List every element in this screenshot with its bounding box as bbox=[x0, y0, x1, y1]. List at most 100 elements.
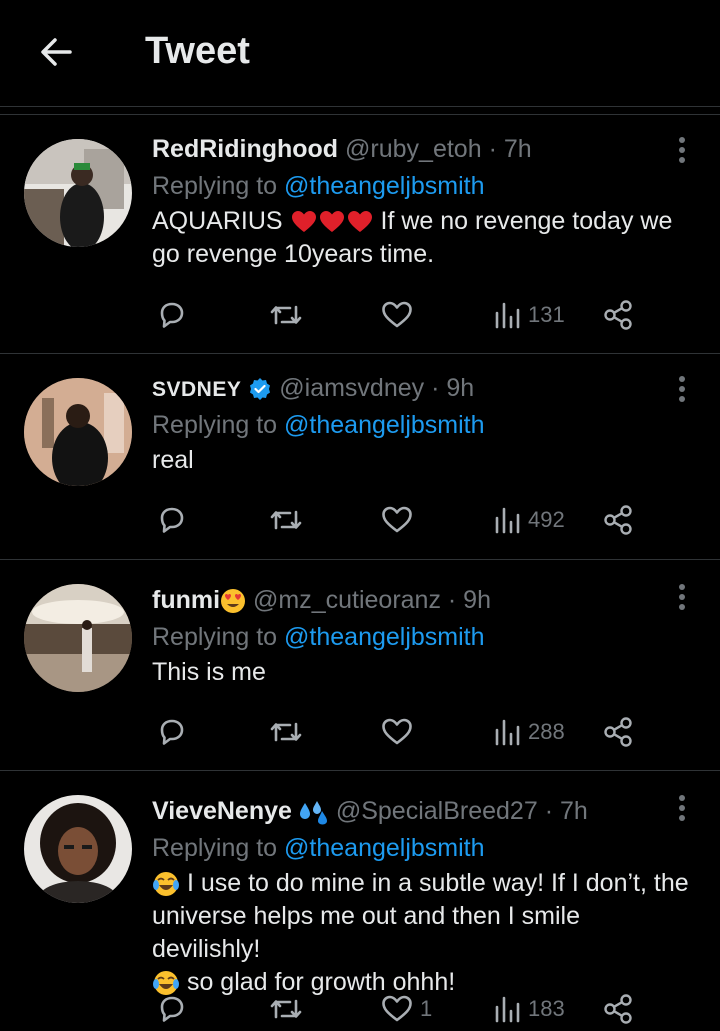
tweet-reply[interactable]: RedRidinghood @ruby_etoh · 7h Replying t… bbox=[0, 115, 720, 354]
like-button[interactable]: 1 bbox=[380, 989, 432, 1029]
views-button[interactable]: 288 bbox=[494, 712, 565, 752]
red-heart-icon bbox=[347, 211, 372, 233]
more-icon[interactable] bbox=[674, 793, 690, 823]
author-handle[interactable]: @ruby_etoh bbox=[345, 135, 482, 163]
replying-label: Replying to bbox=[152, 834, 278, 862]
tweet-reply[interactable]: SVDNEY @iamsvdney · 9h Replying to @thea… bbox=[0, 354, 720, 560]
retweet-icon bbox=[270, 999, 302, 1019]
tweet-body: VieveNenye @SpecialBreed27 · 7h Replying… bbox=[152, 795, 690, 999]
share-button[interactable] bbox=[602, 989, 634, 1029]
reply-icon bbox=[160, 507, 184, 533]
author-handle[interactable]: @SpecialBreed27 bbox=[336, 797, 538, 825]
author-name[interactable]: funmi bbox=[152, 586, 220, 614]
timestamp[interactable]: · 7h bbox=[545, 797, 588, 825]
page-title: Tweet bbox=[145, 30, 250, 72]
red-heart-icon bbox=[291, 211, 316, 233]
action-bar: 131 bbox=[152, 295, 652, 335]
tweet-text: real bbox=[152, 446, 194, 474]
reply-button[interactable] bbox=[156, 500, 188, 540]
reply-icon bbox=[160, 719, 184, 745]
replying-to: Replying to @theangeljbsmith bbox=[152, 829, 690, 867]
timestamp[interactable]: · 9h bbox=[448, 586, 491, 614]
retweet-icon bbox=[270, 510, 302, 530]
view-count: 492 bbox=[528, 507, 565, 532]
share-icon bbox=[604, 994, 632, 1024]
share-button[interactable] bbox=[602, 500, 634, 540]
author-name[interactable]: SVDNEY bbox=[152, 378, 241, 401]
tweet-text: This is me bbox=[152, 658, 266, 686]
retweet-button[interactable] bbox=[268, 500, 304, 540]
back-arrow-icon[interactable] bbox=[36, 32, 76, 72]
replying-to: Replying to @theangeljbsmith bbox=[152, 618, 690, 656]
like-button[interactable] bbox=[380, 295, 420, 335]
verified-badge-icon bbox=[250, 378, 271, 401]
more-icon[interactable] bbox=[674, 135, 690, 165]
timestamp[interactable]: · 9h bbox=[431, 374, 474, 402]
like-icon bbox=[382, 995, 412, 1022]
reply-button[interactable] bbox=[156, 295, 188, 335]
retweet-icon bbox=[270, 722, 302, 742]
more-icon[interactable] bbox=[674, 582, 690, 612]
author-line: RedRidinghood @ruby_etoh · 7h bbox=[152, 133, 690, 165]
author-handle[interactable]: @mz_cutieoranz bbox=[253, 586, 441, 614]
mention-link[interactable]: @theangeljbsmith bbox=[284, 834, 485, 862]
tweet-text-part: AQUARIUS bbox=[152, 207, 283, 235]
views-icon bbox=[495, 719, 520, 746]
tweet-text: I use to do mine in a subtle way! If I d… bbox=[152, 867, 690, 999]
author-line: SVDNEY @iamsvdney · 9h bbox=[152, 372, 690, 404]
reply-icon bbox=[160, 302, 184, 328]
divider bbox=[0, 106, 720, 107]
mention-link[interactable]: @theangeljbsmith bbox=[284, 411, 485, 439]
tweet-reply[interactable]: funmi @mz_cutieoranz · 9h Replying to @t… bbox=[0, 560, 720, 771]
views-button[interactable]: 131 bbox=[494, 295, 565, 335]
replying-label: Replying to bbox=[152, 411, 278, 439]
avatar[interactable] bbox=[24, 584, 132, 692]
like-button[interactable] bbox=[380, 712, 420, 752]
heart-eyes-emoji-icon bbox=[221, 589, 246, 614]
tweet-body: RedRidinghood @ruby_etoh · 7h Replying t… bbox=[152, 133, 690, 271]
avatar[interactable] bbox=[24, 378, 132, 486]
reply-button[interactable] bbox=[156, 712, 188, 752]
retweet-button[interactable] bbox=[268, 712, 304, 752]
like-icon bbox=[382, 718, 412, 745]
more-icon[interactable] bbox=[674, 374, 690, 404]
like-count: 1 bbox=[420, 996, 433, 1021]
author-handle[interactable]: @iamsvdney bbox=[279, 374, 424, 402]
author-line: VieveNenye @SpecialBreed27 · 7h bbox=[152, 795, 690, 827]
tweet-reply[interactable]: VieveNenye @SpecialBreed27 · 7h Replying… bbox=[0, 771, 720, 1031]
views-icon bbox=[495, 996, 520, 1023]
share-button[interactable] bbox=[602, 295, 634, 335]
avatar[interactable] bbox=[24, 795, 132, 903]
red-heart-icon bbox=[319, 211, 344, 233]
views-button[interactable]: 492 bbox=[494, 500, 565, 540]
views-icon bbox=[495, 507, 520, 534]
share-button[interactable] bbox=[602, 712, 634, 752]
view-count: 131 bbox=[528, 302, 565, 327]
sweat-droplets-emoji-icon bbox=[299, 801, 327, 825]
timestamp[interactable]: · 7h bbox=[489, 135, 532, 163]
mention-link[interactable]: @theangeljbsmith bbox=[284, 172, 485, 200]
action-bar: 288 bbox=[152, 712, 652, 752]
retweet-button[interactable] bbox=[268, 989, 304, 1029]
action-bar: 492 bbox=[152, 500, 652, 540]
reply-button[interactable] bbox=[156, 989, 188, 1029]
replying-to: Replying to @theangeljbsmith bbox=[152, 167, 690, 205]
view-count: 183 bbox=[528, 996, 565, 1021]
like-icon bbox=[382, 506, 412, 533]
views-button[interactable]: 183 bbox=[494, 989, 565, 1029]
views-icon bbox=[495, 302, 520, 329]
avatar[interactable] bbox=[24, 139, 132, 247]
tweet-text-part: I use to do mine in a subtle way! If I d… bbox=[152, 869, 689, 963]
tweet-text: AQUARIUS If we no revenge today we go re… bbox=[152, 205, 690, 271]
retweet-button[interactable] bbox=[268, 295, 304, 335]
replying-to: Replying to @theangeljbsmith bbox=[152, 406, 690, 444]
author-name[interactable]: RedRidinghood bbox=[152, 135, 338, 163]
view-count: 288 bbox=[528, 719, 565, 744]
author-line: funmi @mz_cutieoranz · 9h bbox=[152, 584, 690, 616]
author-name[interactable]: VieveNenye bbox=[152, 797, 292, 825]
mention-link[interactable]: @theangeljbsmith bbox=[284, 623, 485, 651]
tweet-body: SVDNEY @iamsvdney · 9h Replying to @thea… bbox=[152, 372, 690, 477]
like-icon bbox=[382, 301, 412, 328]
replying-label: Replying to bbox=[152, 623, 278, 651]
like-button[interactable] bbox=[380, 500, 420, 540]
